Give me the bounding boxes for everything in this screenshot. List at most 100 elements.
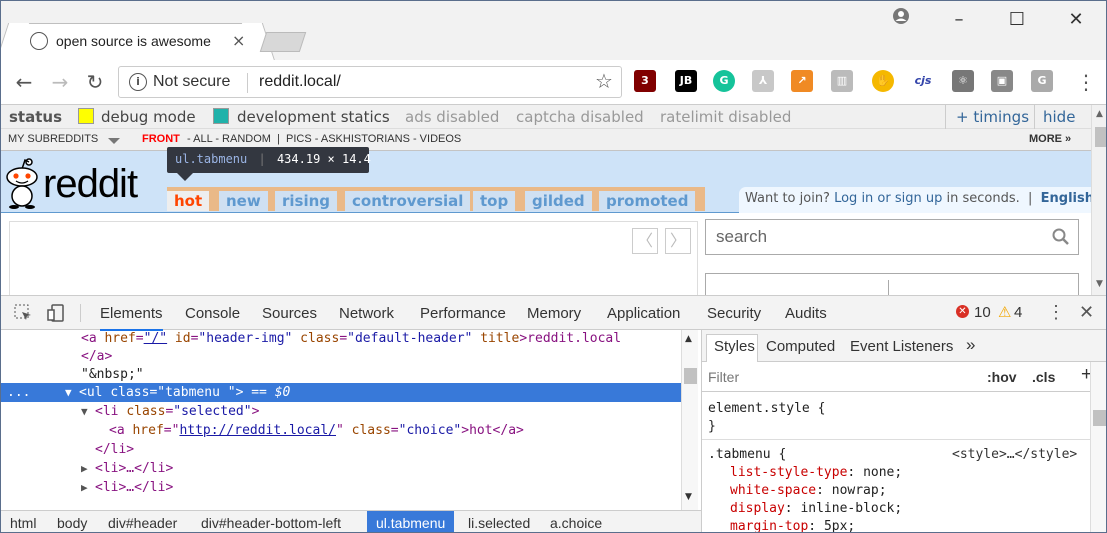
scroll-up-icon[interactable]: ▲ [685, 334, 692, 344]
url-text[interactable]: reddit.local/ [259, 73, 341, 91]
cjs-icon[interactable]: cjs [912, 70, 934, 92]
styles-scrollbar[interactable] [1090, 362, 1106, 532]
scroll-thumb[interactable] [684, 368, 697, 384]
tab-close-icon[interactable]: × [232, 31, 245, 50]
dom-line-a[interactable]: <a href="/" id="header-img" class="defau… [1, 329, 681, 348]
jb-icon[interactable]: JB [675, 70, 697, 92]
collapse-arrow-icon[interactable]: ▶ [81, 478, 88, 497]
maximize-button[interactable]: ☐ [997, 9, 1037, 30]
inspect-element-icon[interactable] [13, 303, 33, 327]
reddit-logo-text[interactable]: reddit [43, 163, 138, 205]
devtools-tab-security[interactable]: Security [707, 305, 761, 322]
devtools-tab-elements[interactable]: Elements [100, 305, 163, 331]
cls-toggle[interactable]: .cls [1032, 369, 1055, 385]
css-property-value[interactable]: nowrap; [832, 483, 887, 498]
hide-link[interactable]: hide [1043, 108, 1075, 126]
breadcrumb-item[interactable]: li.selected [459, 511, 539, 532]
tabmenu-selector[interactable]: .tabmenu { [708, 446, 786, 464]
tab-event-listeners[interactable]: Event Listeners [850, 338, 953, 355]
page-scrollbar[interactable]: ▲ ▼ [1091, 105, 1106, 295]
back-button[interactable]: ← [11, 70, 37, 94]
chevron-down-icon[interactable] [108, 138, 120, 144]
devtools-menu-icon[interactable]: ⋮ [1047, 302, 1065, 323]
bookmark-star-icon[interactable]: ☆ [595, 69, 613, 93]
trello-icon[interactable]: ▥ [831, 70, 853, 92]
warning-count[interactable]: 4 [1014, 304, 1022, 321]
breadcrumb-item[interactable]: html [1, 511, 45, 532]
reddit-alien-icon[interactable] [5, 157, 39, 209]
front-link[interactable]: FRONT [142, 133, 180, 145]
scroll-down-icon[interactable]: ▼ [685, 492, 692, 502]
devtools-tab-memory[interactable]: Memory [527, 305, 581, 322]
scroll-thumb[interactable] [1093, 410, 1106, 426]
honey-icon[interactable]: ✋ [872, 70, 894, 92]
devtools-tab-application[interactable]: Application [607, 305, 680, 322]
pdf-icon[interactable]: ⅄ [752, 70, 774, 92]
css-property-name[interactable]: display [730, 501, 785, 516]
dev-statics-label[interactable]: development statics [237, 108, 390, 126]
css-property-name[interactable]: list-style-type [730, 465, 847, 480]
devtools-tab-sources[interactable]: Sources [262, 305, 317, 322]
css-property-value[interactable]: inline-block; [800, 501, 902, 516]
subreddit-links[interactable]: - ALL - RANDOM | PICS - ASKHISTORIANS - … [187, 133, 461, 145]
tab-new[interactable]: new [219, 191, 268, 211]
person-icon[interactable] [881, 7, 921, 30]
address-bar[interactable]: i Not secure reddit.local/ ☆ [118, 66, 622, 98]
tab-gilded[interactable]: gilded [525, 191, 592, 211]
device-toolbar-icon[interactable] [46, 303, 66, 327]
search-input[interactable]: search [705, 219, 1079, 255]
element-style-rule[interactable]: element.style { [708, 400, 825, 418]
css-property-value[interactable]: 5px; [824, 519, 855, 532]
robot-icon[interactable]: ▣ [991, 70, 1013, 92]
expand-arrow-icon[interactable]: ▼ [81, 402, 88, 421]
close-window-button[interactable]: ✕ [1056, 9, 1096, 30]
scroll-down-icon[interactable]: ▼ [1096, 279, 1103, 289]
security-label[interactable]: Not secure [153, 73, 230, 91]
grammarly-icon[interactable]: G [713, 70, 735, 92]
dom-line-a-close[interactable]: </a> [1, 347, 681, 366]
a-link[interactable]: http://reddit.local/ [179, 423, 336, 438]
tab-styles[interactable]: Styles [714, 338, 755, 355]
href-value[interactable]: "/" [144, 331, 167, 346]
browser-menu-icon[interactable]: ⋮ [1073, 70, 1099, 94]
tab-hot[interactable]: hot [167, 191, 210, 211]
warning-icon[interactable]: ⚠ [998, 303, 1011, 321]
browser-tab[interactable]: open source is awesome × [13, 23, 258, 61]
ublock-icon[interactable]: 3 [634, 70, 656, 92]
css-property-name[interactable]: white-space [730, 483, 816, 498]
breadcrumb-item[interactable]: a.choice [541, 511, 611, 532]
react-icon[interactable]: ⚛ [952, 70, 974, 92]
devtools-close-icon[interactable]: ✕ [1079, 302, 1094, 323]
scroll-up-icon[interactable]: ▲ [1096, 109, 1103, 119]
css-property[interactable]: margin-top: 5px; [730, 518, 855, 532]
breadcrumb-item[interactable]: div#header-bottom-left [192, 511, 350, 532]
login-link[interactable]: Log in or sign up [834, 191, 942, 206]
tab-controversial[interactable]: controversial [345, 191, 471, 211]
my-subreddits-dropdown[interactable]: MY SUBREDDITS [8, 133, 98, 145]
prev-button[interactable]: 〈 [632, 228, 658, 254]
next-button[interactable]: 〉 [665, 228, 691, 254]
dom-line-li-2[interactable]: ▶ <li>…</li> [1, 459, 681, 478]
error-count[interactable]: 10 [974, 304, 991, 321]
dom-line-li[interactable]: ▼ <li class="selected"> [1, 402, 681, 421]
breadcrumb-item[interactable]: div#header [99, 511, 186, 532]
g-ext-icon[interactable]: G [1031, 70, 1053, 92]
breadcrumb-item[interactable]: ul.tabmenu [367, 511, 455, 532]
css-property[interactable]: list-style-type: none; [730, 464, 902, 482]
expand-arrow-icon[interactable]: ▼ [65, 383, 72, 402]
error-icon[interactable]: ✕ [956, 305, 969, 318]
more-link[interactable]: MORE » [1029, 133, 1071, 145]
debug-mode-label[interactable]: debug mode [101, 108, 196, 126]
dom-line-nbsp[interactable]: "&nbsp;" [1, 365, 681, 384]
css-property-name[interactable]: margin-top [730, 519, 808, 532]
filter-input[interactable]: Filter [708, 369, 739, 385]
search-icon[interactable] [1052, 228, 1070, 251]
style-source-link[interactable]: <style>…</style> [952, 446, 1077, 464]
collapse-arrow-icon[interactable]: ▶ [81, 459, 88, 478]
breadcrumb-item[interactable]: body [48, 511, 96, 532]
devtools-tab-audits[interactable]: Audits [785, 305, 827, 322]
tab-promoted[interactable]: promoted [599, 191, 696, 211]
devtools-tab-network[interactable]: Network [339, 305, 394, 322]
devtools-tab-performance[interactable]: Performance [420, 305, 506, 322]
dom-line-li-close[interactable]: </li> [1, 440, 681, 459]
